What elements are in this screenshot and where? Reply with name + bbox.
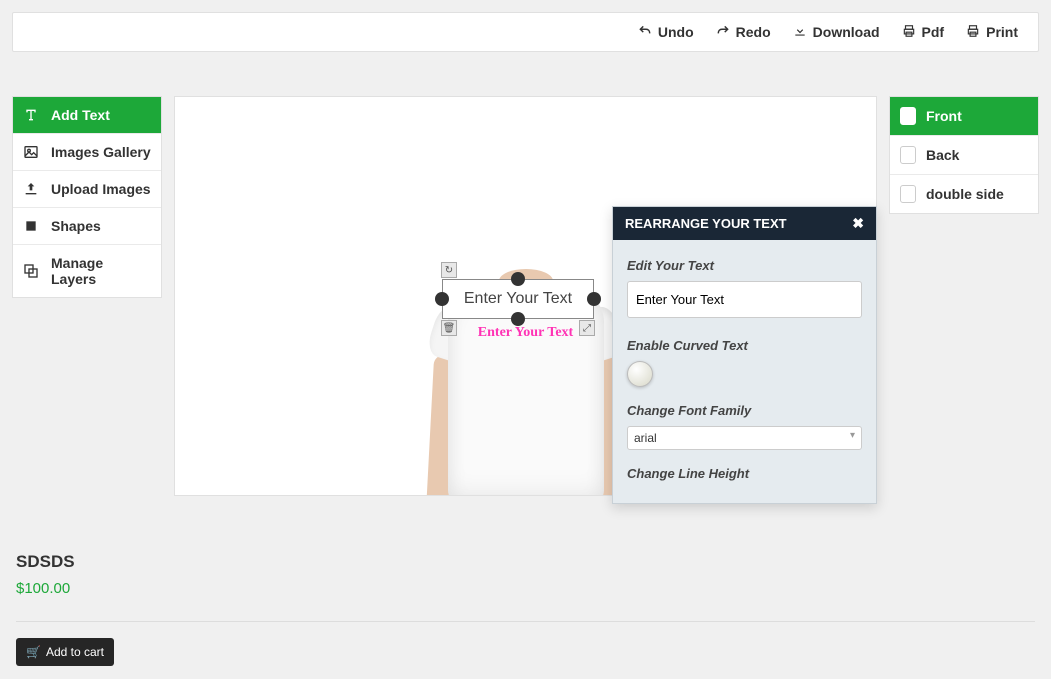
curved-text-label: Enable Curved Text (627, 338, 862, 353)
sidebar-item-shapes[interactable]: Shapes (13, 208, 161, 245)
sidebar-item-add-text[interactable]: Add Text (13, 97, 161, 134)
redo-icon (716, 24, 730, 41)
divider (16, 621, 1035, 622)
text-edit-panel: REARRANGE YOUR TEXT ✖ Edit Your Text Ena… (612, 206, 877, 504)
product-name: SDSDS (16, 552, 1035, 572)
view-item-front[interactable]: Front (890, 97, 1038, 136)
text-icon (23, 107, 39, 123)
rotate-handle[interactable]: ↻ (441, 262, 457, 278)
view-double-label: double side (926, 186, 1004, 202)
cart-icon: 🛒 (26, 645, 41, 659)
undo-label: Undo (658, 24, 694, 40)
canvas-area: Enter Your Text Enter Your Text ↻ 🗑 ⤢ RE… (174, 96, 877, 496)
download-button[interactable]: Download (793, 24, 880, 41)
shapes-icon (23, 218, 39, 234)
sidebar-item-images-gallery[interactable]: Images Gallery (13, 134, 161, 171)
print-icon (902, 24, 916, 41)
add-to-cart-button[interactable]: 🛒 Add to cart (16, 638, 114, 666)
resize-handle-top[interactable] (511, 272, 525, 286)
upload-images-label: Upload Images (51, 181, 151, 197)
upload-icon (23, 181, 39, 197)
edit-text-label: Edit Your Text (627, 258, 862, 273)
scale-handle[interactable]: ⤢ (579, 320, 595, 336)
panel-title: REARRANGE YOUR TEXT (625, 216, 787, 231)
add-to-cart-label: Add to cart (46, 645, 104, 659)
redo-label: Redo (736, 24, 771, 40)
undo-icon (638, 24, 652, 41)
view-front-label: Front (926, 108, 962, 124)
top-toolbar: Undo Redo Download Pdf Print (12, 12, 1039, 52)
print-icon (966, 24, 980, 41)
download-label: Download (813, 24, 880, 40)
font-family-select[interactable]: arial (627, 426, 862, 450)
curved-text-toggle[interactable] (627, 361, 653, 387)
resize-handle-right[interactable] (587, 292, 601, 306)
pdf-label: Pdf (922, 24, 945, 40)
right-sidebar: Front Back double side (889, 96, 1039, 214)
view-back-label: Back (926, 147, 959, 163)
images-gallery-label: Images Gallery (51, 144, 151, 160)
left-sidebar: Add Text Images Gallery Upload Images Sh… (12, 96, 162, 298)
add-text-label: Add Text (51, 107, 110, 123)
product-price: $100.00 (16, 580, 1035, 597)
delete-handle[interactable]: 🗑 (441, 320, 457, 336)
sidebar-item-manage-layers[interactable]: Manage Layers (13, 245, 161, 297)
view-item-double-side[interactable]: double side (890, 175, 1038, 213)
panel-header[interactable]: REARRANGE YOUR TEXT ✖ (613, 207, 876, 240)
layers-icon (23, 263, 39, 279)
image-icon (23, 144, 39, 160)
close-icon[interactable]: ✖ (852, 215, 864, 232)
view-item-back[interactable]: Back (890, 136, 1038, 175)
line-height-label: Change Line Height (627, 466, 862, 481)
undo-button[interactable]: Undo (638, 24, 694, 41)
view-thumb-front (900, 107, 916, 125)
print-label: Print (986, 24, 1018, 40)
font-family-label: Change Font Family (627, 403, 862, 418)
print-button[interactable]: Print (966, 24, 1018, 41)
view-thumb-double (900, 185, 916, 203)
pdf-button[interactable]: Pdf (902, 24, 945, 41)
edit-text-input[interactable] (627, 281, 862, 318)
resize-handle-bottom[interactable] (511, 312, 525, 326)
shapes-label: Shapes (51, 218, 101, 234)
manage-layers-label: Manage Layers (51, 255, 151, 287)
text-selection-box[interactable]: Enter Your Text ↻ 🗑 ⤢ (442, 279, 594, 319)
view-thumb-back (900, 146, 916, 164)
sidebar-item-upload-images[interactable]: Upload Images (13, 171, 161, 208)
product-footer: SDSDS $100.00 🛒 Add to cart (12, 552, 1039, 666)
download-icon (793, 24, 807, 41)
resize-handle-left[interactable] (435, 292, 449, 306)
redo-button[interactable]: Redo (716, 24, 771, 41)
design-text-pink[interactable]: Enter Your Text (478, 325, 573, 341)
